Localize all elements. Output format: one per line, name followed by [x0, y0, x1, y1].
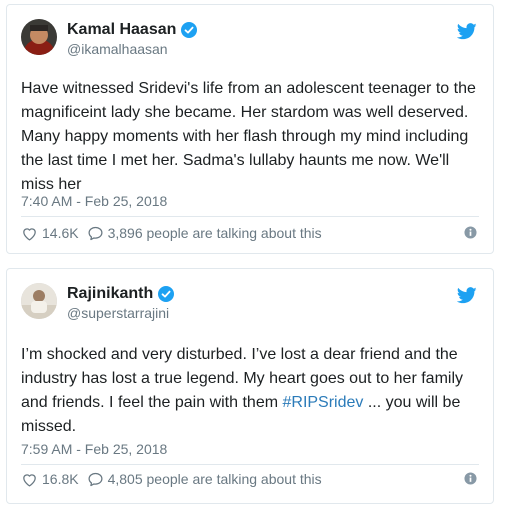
- like-button[interactable]: 16.8K: [21, 471, 79, 488]
- info-icon[interactable]: [464, 472, 477, 485]
- author-block: Rajinikanth @superstarrajini: [67, 284, 175, 321]
- tweet-text: Have witnessed Sridevi's life from an ad…: [21, 80, 476, 193]
- heart-icon: [23, 473, 36, 487]
- author-name[interactable]: Rajinikanth: [67, 285, 153, 303]
- conversation-link[interactable]: 3,896 people are talking about this: [87, 225, 322, 242]
- tweet-actions: 16.8K 4,805 people are talking about thi…: [21, 469, 479, 489]
- hashtag-link[interactable]: #RIPSridev: [282, 394, 363, 411]
- tweet-timestamp[interactable]: 7:40 AM - Feb 25, 2018: [21, 193, 167, 209]
- avatar[interactable]: [21, 19, 57, 55]
- divider: [21, 216, 479, 217]
- tweet-actions: 14.6K 3,896 people are talking about thi…: [21, 223, 479, 243]
- comment-bubble-icon: [88, 472, 103, 486]
- tweet-text: I’m shocked and very disturbed. I’ve los…: [21, 343, 481, 439]
- tweet-card: Rajinikanth @superstarrajini I’m shocked…: [6, 268, 494, 504]
- comment-bubble-icon: [88, 226, 103, 240]
- like-count: 16.8K: [42, 471, 79, 487]
- tweet-header: Rajinikanth @superstarrajini: [21, 283, 479, 327]
- tweet-header: Kamal Haasan @ikamalhaasan: [21, 19, 479, 63]
- info-icon[interactable]: [464, 226, 477, 239]
- talking-count: 3,896 people are talking about this: [107, 225, 322, 241]
- tweet-card: Kamal Haasan @ikamalhaasan Have witnesse…: [6, 4, 494, 254]
- verified-badge-icon: [181, 22, 198, 38]
- conversation-link[interactable]: 4,805 people are talking about this: [87, 471, 322, 488]
- divider: [21, 464, 479, 465]
- author-block: Kamal Haasan @ikamalhaasan: [67, 20, 198, 57]
- author-handle[interactable]: @ikamalhaasan: [67, 41, 197, 57]
- like-count: 14.6K: [42, 225, 79, 241]
- like-button[interactable]: 14.6K: [21, 225, 79, 242]
- author-name[interactable]: Kamal Haasan: [67, 21, 176, 39]
- tweet-timestamp[interactable]: 7:59 AM - Feb 25, 2018: [21, 441, 167, 457]
- verified-badge-icon: [158, 286, 175, 302]
- author-handle[interactable]: @superstarrajini: [67, 305, 174, 321]
- twitter-bird-icon[interactable]: [457, 23, 477, 40]
- talking-count: 4,805 people are talking about this: [107, 471, 322, 487]
- twitter-bird-icon[interactable]: [457, 287, 477, 304]
- heart-icon: [23, 227, 36, 241]
- avatar[interactable]: [21, 283, 57, 319]
